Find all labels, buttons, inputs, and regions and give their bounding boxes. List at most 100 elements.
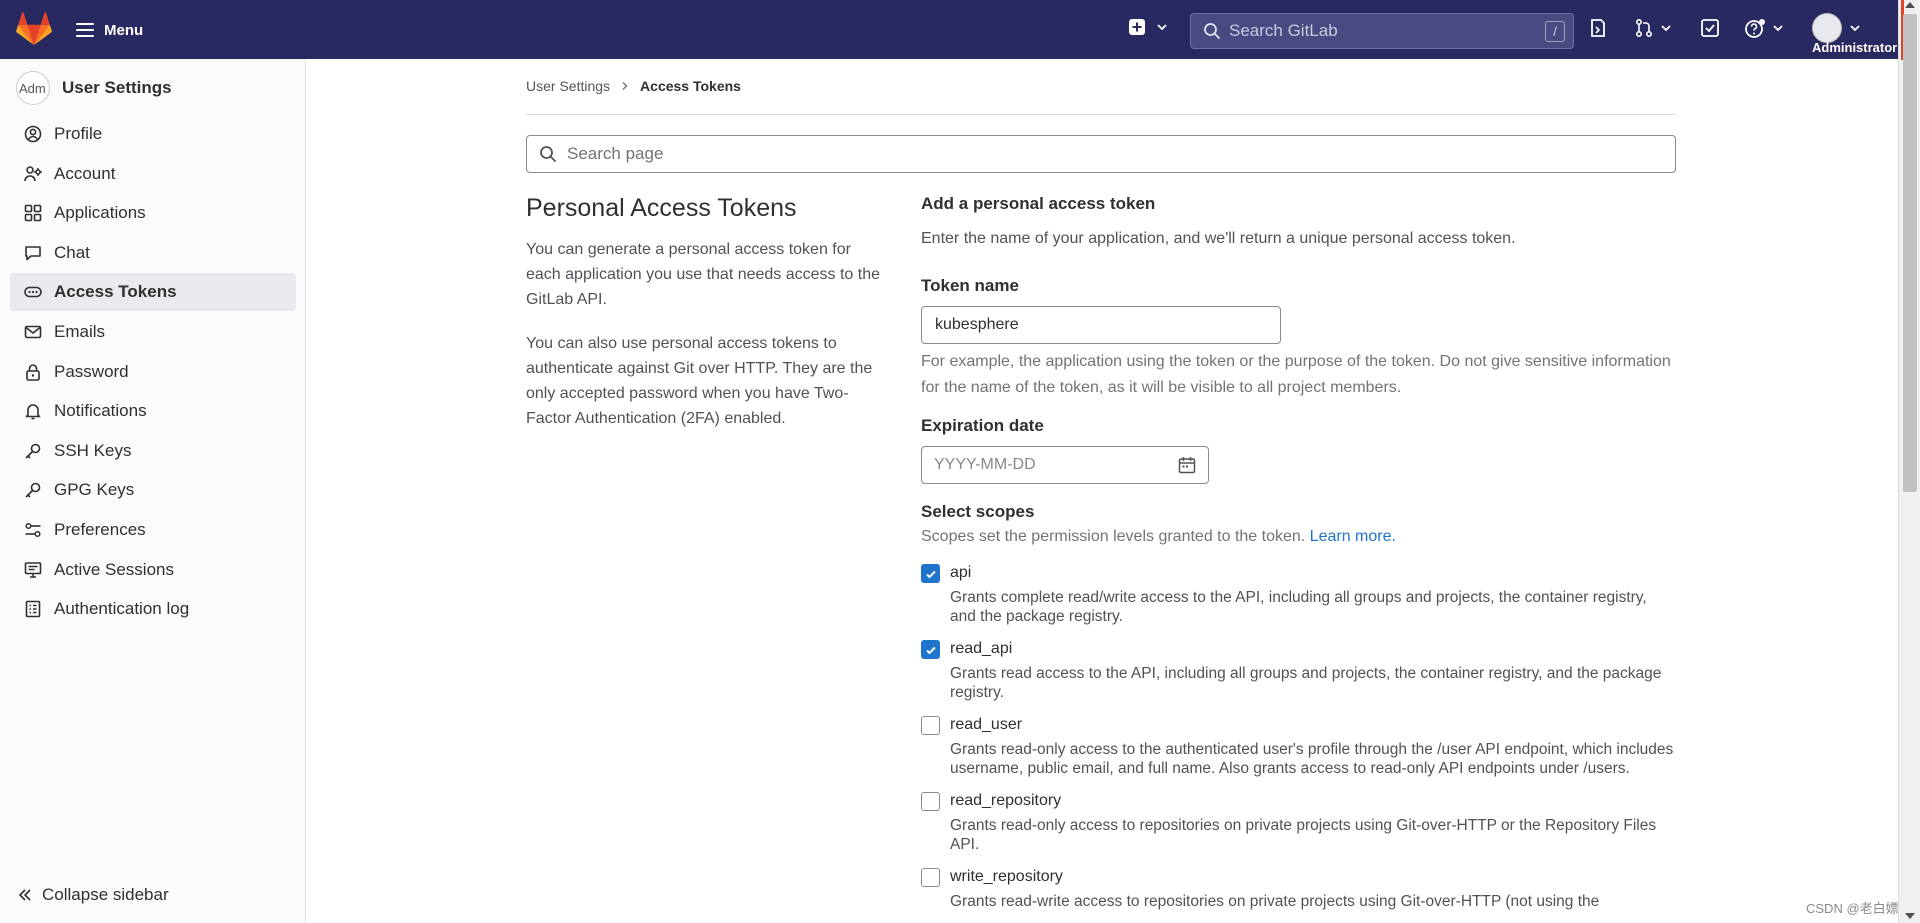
user-name-label: Administrator (1812, 40, 1898, 55)
expiration-date-picker[interactable] (921, 446, 1209, 484)
scroll-up-arrow-icon[interactable] (1905, 2, 1915, 8)
user-avatar[interactable] (1812, 13, 1842, 43)
search-icon (540, 146, 557, 163)
token-name-help: For example, the application using the t… (921, 353, 1671, 396)
scope-checkbox[interactable] (921, 564, 940, 583)
create-new-button[interactable] (1128, 18, 1168, 36)
scope-write-repository: write_repository Grants read-write acces… (921, 866, 1676, 911)
plus-square-icon (1129, 19, 1145, 35)
scope-checkbox[interactable] (921, 716, 940, 735)
scopes-list: api Grants complete read/write access to… (921, 562, 1676, 911)
sidebar-item-emails[interactable]: Emails (10, 313, 296, 351)
sidebar-item-authentication-log[interactable]: Authentication log (10, 590, 296, 628)
search-icon (1204, 23, 1221, 40)
todo-icon[interactable] (1700, 18, 1720, 38)
expiration-date-input[interactable] (934, 456, 1154, 474)
calendar-icon[interactable] (1178, 456, 1196, 474)
merge-request-icon[interactable] (1634, 18, 1654, 38)
user-avatar-broken: Adm (16, 71, 50, 105)
help-icon[interactable] (1744, 18, 1766, 40)
sidebar-item-profile[interactable]: Profile (10, 115, 296, 153)
scope-description: Grants read-write access to repositories… (950, 893, 1600, 910)
sidebar-nav: Profile Account Applications Chat Access… (10, 115, 296, 630)
scope-name: api (950, 564, 972, 581)
chevron-down-icon[interactable] (1772, 22, 1784, 34)
global-search-input[interactable] (1229, 21, 1549, 41)
scope-name: read_repository (950, 792, 1062, 809)
sidebar-item-label: Emails (54, 321, 106, 341)
form-description: Enter the name of your application, and … (921, 230, 1516, 247)
chevron-down-icon[interactable] (1660, 22, 1672, 34)
scopes-description-text: Scopes set the permission levels granted… (921, 528, 1306, 545)
chat-icon (25, 245, 41, 261)
hamburger-icon (76, 23, 94, 37)
scrollbar-thumb[interactable] (1903, 14, 1917, 492)
chevron-down-icon (1157, 24, 1167, 31)
scope-description: Grants read access to the API, including… (950, 665, 1662, 701)
preferences-icon (25, 522, 41, 537)
global-search[interactable]: / (1190, 13, 1574, 49)
page-scrollbar[interactable] (1898, 0, 1920, 923)
token-name-input[interactable] (921, 306, 1281, 344)
sidebar-item-label: SSH Keys (54, 440, 132, 460)
scopes-description: Scopes set the permission levels granted… (921, 524, 1676, 550)
sidebar-item-applications[interactable]: Applications (10, 194, 296, 232)
log-icon (25, 600, 41, 618)
sidebar-item-label: Active Sessions (54, 559, 174, 579)
intro-paragraph: You can generate a personal access token… (526, 241, 881, 308)
settings-search[interactable] (526, 135, 1676, 173)
intro-column: Personal Access Tokens You can generate … (526, 194, 886, 450)
breadcrumb-parent[interactable]: User Settings (526, 78, 610, 94)
scope-name: read_user (950, 716, 1023, 733)
sidebar-item-gpg-keys[interactable]: GPG Keys (10, 471, 296, 509)
scope-read-repository: read_repository Grants read-only access … (921, 790, 1676, 854)
sidebar-item-account[interactable]: Account (10, 155, 296, 193)
profile-icon (24, 125, 42, 143)
check-icon (925, 570, 936, 578)
learn-more-link[interactable]: Learn more. (1310, 528, 1396, 545)
breadcrumb-current[interactable]: Access Tokens (640, 78, 741, 94)
key-icon (25, 443, 41, 459)
sidebar-item-chat[interactable]: Chat (10, 234, 296, 272)
sidebar-item-notifications[interactable]: Notifications (10, 392, 296, 430)
collapse-sidebar-label: Collapse sidebar (42, 885, 169, 904)
breadcrumb: User Settings Access Tokens (526, 78, 741, 94)
chevron-down-icon[interactable] (1849, 22, 1861, 34)
sidebar-item-preferences[interactable]: Preferences (10, 511, 296, 549)
sidebar-item-password[interactable]: Password (10, 353, 296, 391)
top-navbar: Menu / (0, 0, 1898, 59)
sidebar-item-label: Password (54, 361, 129, 381)
scope-read-api: read_api Grants read access to the API, … (921, 638, 1676, 702)
sidebar-item-ssh-keys[interactable]: SSH Keys (10, 432, 296, 470)
sidebar-item-label: Preferences (54, 519, 146, 539)
sidebar-item-label: Account (54, 163, 116, 183)
scopes-label: Select scopes (921, 502, 1035, 521)
sidebar-item-label: Profile (54, 124, 103, 143)
expiration-label: Expiration date (921, 416, 1044, 435)
scope-checkbox[interactable] (921, 792, 940, 811)
scope-read-user: read_user Grants read-only access to the… (921, 714, 1676, 778)
gitlab-logo-icon[interactable] (16, 12, 52, 46)
scroll-down-arrow-icon[interactable] (1905, 913, 1915, 919)
sidebar-item-label: Authentication log (54, 599, 190, 619)
collapse-sidebar-button[interactable]: Collapse sidebar (18, 885, 169, 905)
sidebar-item-access-tokens[interactable]: Access Tokens (10, 273, 296, 312)
bell-icon (25, 404, 41, 420)
sidebar-item-active-sessions[interactable]: Active Sessions (10, 551, 296, 589)
scope-name: write_repository (950, 868, 1063, 885)
menu-button[interactable]: Menu (76, 15, 143, 45)
mail-icon (24, 325, 42, 339)
issues-icon[interactable] (1588, 18, 1608, 38)
scope-checkbox[interactable] (921, 640, 940, 659)
sidebar-header[interactable]: Adm User Settings (16, 71, 172, 105)
scope-api: api Grants complete read/write access to… (921, 562, 1676, 626)
scope-description: Grants read-only access to the authentic… (950, 741, 1674, 777)
double-chevron-left-icon (18, 889, 31, 901)
token-form: Add a personal access token Enter the na… (921, 194, 1676, 911)
intro-paragraph: You can also use personal access tokens … (526, 335, 873, 427)
sidebar-item-label: Access Tokens (54, 282, 177, 302)
scope-checkbox[interactable] (921, 868, 940, 887)
check-icon (925, 646, 936, 654)
form-title: Add a personal access token (921, 194, 1156, 213)
settings-search-input[interactable] (567, 144, 1567, 164)
